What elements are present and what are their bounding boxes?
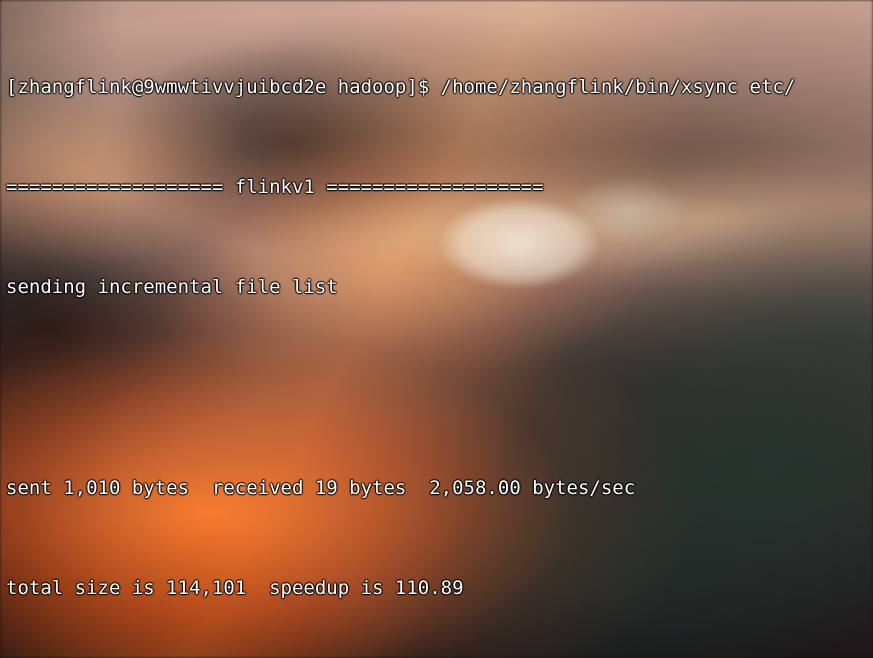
terminal-line-status: sending incremental file list bbox=[6, 276, 338, 299]
terminal-line-sent: sent 1,010 bytes received 19 bytes 2,058… bbox=[6, 476, 636, 499]
terminal-line-total: total size is 114,101 speedup is 110.89 bbox=[6, 576, 464, 599]
terminal-output[interactable]: [zhangflink@9wmwtivvjuibcd2e hadoop]$ /h… bbox=[0, 0, 873, 658]
terminal-line-separator-flinkv1: =================== flinkv1 ============… bbox=[6, 176, 544, 199]
terminal-window[interactable]: [zhangflink@9wmwtivvjuibcd2e hadoop]$ /h… bbox=[0, 0, 873, 658]
terminal-line-command: [zhangflink@9wmwtivvjuibcd2e hadoop]$ /h… bbox=[6, 75, 796, 98]
